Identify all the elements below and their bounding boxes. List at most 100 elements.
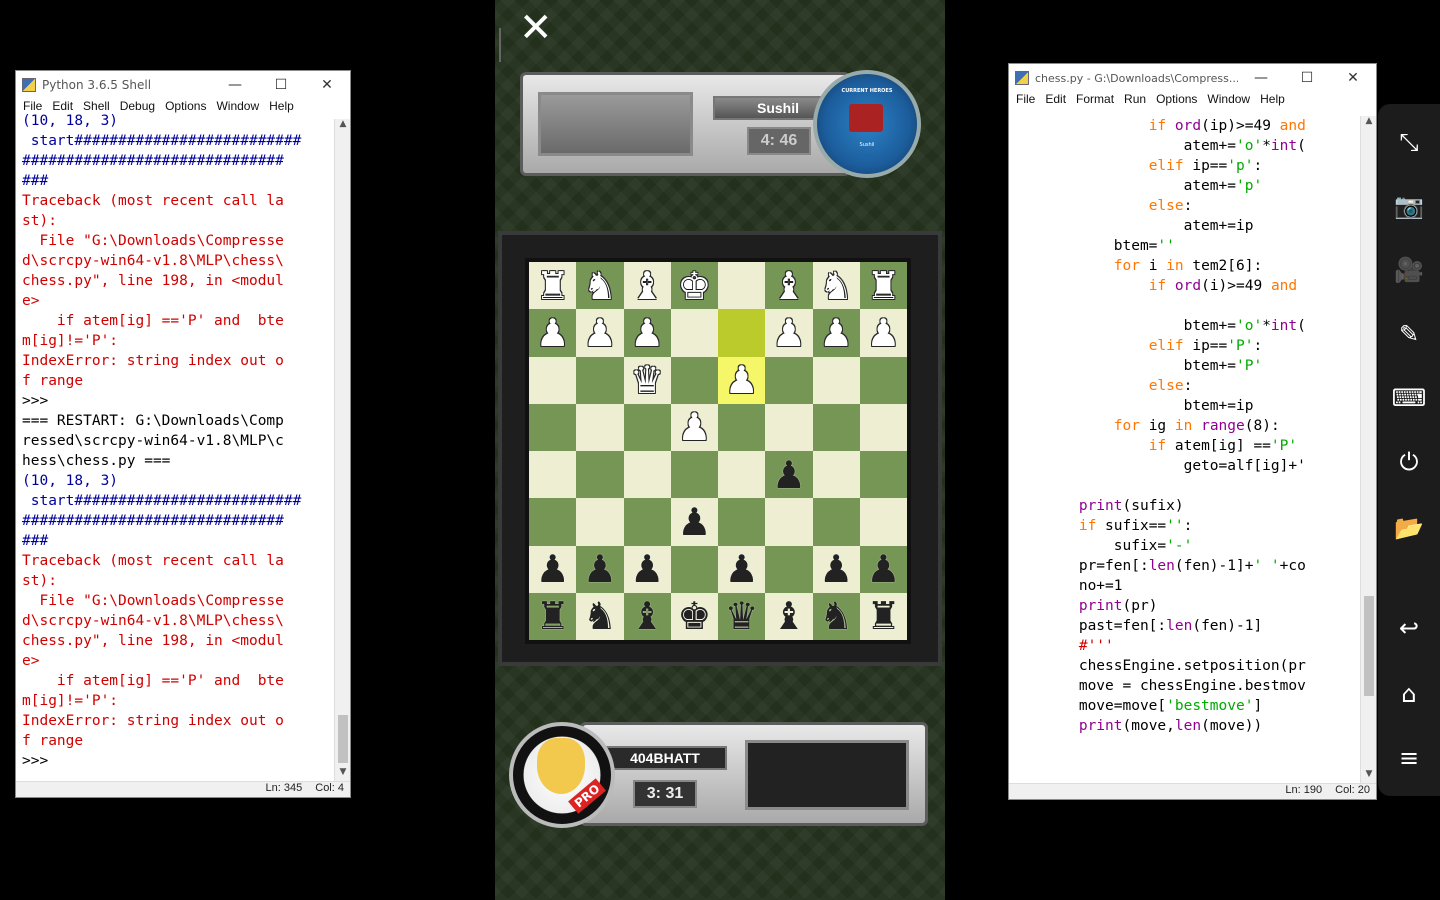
home-icon[interactable]: ⌂: [1378, 674, 1440, 714]
board-square[interactable]: [576, 403, 624, 451]
board-square[interactable]: [718, 403, 766, 451]
black-knight-icon[interactable]: ♞: [819, 597, 853, 635]
white-king-icon[interactable]: ♚: [677, 267, 711, 305]
board-square[interactable]: [670, 545, 718, 593]
board-square[interactable]: ♞: [576, 592, 624, 640]
white-pawn-icon[interactable]: ♟: [725, 361, 759, 399]
black-bishop-icon[interactable]: ♝: [630, 597, 664, 635]
white-bishop-icon[interactable]: ♝: [772, 267, 806, 305]
board-square[interactable]: [859, 356, 907, 404]
folder-icon[interactable]: 📂: [1378, 508, 1440, 548]
black-rook-icon[interactable]: ♜: [536, 597, 570, 635]
board-square[interactable]: [529, 356, 577, 404]
board-square[interactable]: ♟: [859, 309, 907, 357]
scroll-down-icon[interactable]: ▼: [1361, 769, 1377, 783]
minimize-icon[interactable]: —: [1238, 70, 1284, 86]
menu-icon[interactable]: ≡: [1378, 738, 1440, 778]
board-square[interactable]: ♟: [859, 545, 907, 593]
white-bishop-icon[interactable]: ♝: [630, 267, 664, 305]
board-square[interactable]: ♚: [670, 262, 718, 310]
board-square[interactable]: [623, 451, 671, 499]
board-square[interactable]: ♝: [765, 262, 813, 310]
board-square[interactable]: ♟: [812, 545, 860, 593]
board-square[interactable]: [765, 545, 813, 593]
video-record-icon[interactable]: 🎥: [1378, 250, 1440, 290]
board-square[interactable]: ♟: [529, 545, 577, 593]
board-square[interactable]: [765, 403, 813, 451]
close-icon[interactable]: ✕: [1330, 70, 1376, 86]
close-game-icon[interactable]: ✕: [519, 8, 553, 48]
board-square[interactable]: [576, 498, 624, 546]
board-square[interactable]: [765, 498, 813, 546]
board-square[interactable]: [529, 498, 577, 546]
white-pawn-icon[interactable]: ♟: [630, 314, 664, 352]
board-square[interactable]: [859, 498, 907, 546]
board-square[interactable]: [812, 498, 860, 546]
white-pawn-icon[interactable]: ♟: [536, 314, 570, 352]
keyboard-icon[interactable]: ⌨: [1378, 378, 1440, 418]
chess-board[interactable]: ♜ ♞ ♝ ♚ ♝ ♞ ♜ ♟ ♟ ♟ ♟ ♟ ♟ ♛ ♟ ♟ ♟ ♟ ♟ ♟ ♟ ♟ ♟ ♟ ♜ ♞ ♝ ♚ ♛ ♝ ♞ ♜: [525, 258, 911, 644]
board-square[interactable]: ♟: [718, 545, 766, 593]
shell-scrollbar[interactable]: ▲ ▼: [334, 119, 350, 781]
black-pawn-icon[interactable]: ♟: [725, 550, 759, 588]
board-square[interactable]: ♜: [529, 262, 577, 310]
board-square[interactable]: [670, 451, 718, 499]
editor-menu-window[interactable]: Window: [1202, 92, 1255, 110]
board-square[interactable]: ♝: [623, 262, 671, 310]
camera-icon[interactable]: 📷: [1378, 186, 1440, 226]
board-square[interactable]: ♟: [718, 356, 766, 404]
black-pawn-icon[interactable]: ♟: [772, 456, 806, 494]
board-square[interactable]: ♞: [812, 262, 860, 310]
maximize-icon[interactable]: ☐: [1284, 70, 1330, 86]
board-square[interactable]: ♞: [812, 592, 860, 640]
black-pawn-icon[interactable]: ♟: [536, 550, 570, 588]
editor-menu-edit[interactable]: Edit: [1040, 92, 1071, 110]
editor-menu-help[interactable]: Help: [1255, 92, 1290, 110]
board-square[interactable]: [812, 356, 860, 404]
board-square[interactable]: [718, 451, 766, 499]
black-pawn-icon[interactable]: ♟: [583, 550, 617, 588]
board-square[interactable]: [859, 451, 907, 499]
black-pawn-icon[interactable]: ♟: [866, 550, 900, 588]
editor-menu-format[interactable]: Format: [1071, 92, 1119, 110]
board-square[interactable]: [576, 451, 624, 499]
board-square[interactable]: ♝: [765, 592, 813, 640]
board-square[interactable]: ♛: [718, 592, 766, 640]
board-square[interactable]: ♜: [859, 592, 907, 640]
board-square[interactable]: [718, 262, 766, 310]
white-knight-icon[interactable]: ♞: [583, 267, 617, 305]
board-square[interactable]: [623, 498, 671, 546]
maximize-icon[interactable]: ☐: [258, 77, 304, 93]
back-icon[interactable]: ↩: [1378, 608, 1440, 648]
scroll-up-icon[interactable]: ▲: [335, 119, 351, 133]
board-square[interactable]: ♜: [859, 262, 907, 310]
scroll-thumb[interactable]: [1364, 596, 1374, 696]
power-icon[interactable]: ⏻: [1378, 442, 1440, 482]
black-pawn-icon[interactable]: ♟: [677, 503, 711, 541]
board-square[interactable]: ♟: [812, 309, 860, 357]
close-icon[interactable]: ✕: [304, 77, 350, 93]
board-square[interactable]: [529, 451, 577, 499]
black-king-icon[interactable]: ♚: [677, 597, 711, 635]
board-square[interactable]: ♟: [670, 403, 718, 451]
board-square[interactable]: ♟: [670, 498, 718, 546]
board-square[interactable]: ♚: [670, 592, 718, 640]
white-pawn-icon[interactable]: ♟: [677, 408, 711, 446]
black-bishop-icon[interactable]: ♝: [772, 597, 806, 635]
board-square[interactable]: ♝: [623, 592, 671, 640]
board-square[interactable]: [623, 403, 671, 451]
scroll-thumb[interactable]: [338, 715, 348, 763]
board-square[interactable]: [859, 403, 907, 451]
board-square[interactable]: ♟: [765, 451, 813, 499]
white-pawn-icon[interactable]: ♟: [772, 314, 806, 352]
scroll-up-icon[interactable]: ▲: [1361, 116, 1377, 130]
fullscreen-exit-icon[interactable]: ⤡: [1378, 122, 1440, 162]
board-square[interactable]: ♜: [529, 592, 577, 640]
editor-scrollbar[interactable]: ▲ ▼: [1360, 116, 1376, 783]
board-square[interactable]: [812, 403, 860, 451]
player-avatar[interactable]: PRO: [509, 722, 615, 828]
board-square[interactable]: [529, 403, 577, 451]
board-square[interactable]: ♟: [529, 309, 577, 357]
board-square[interactable]: ♟: [623, 545, 671, 593]
editor-menu-options[interactable]: Options: [1151, 92, 1202, 110]
